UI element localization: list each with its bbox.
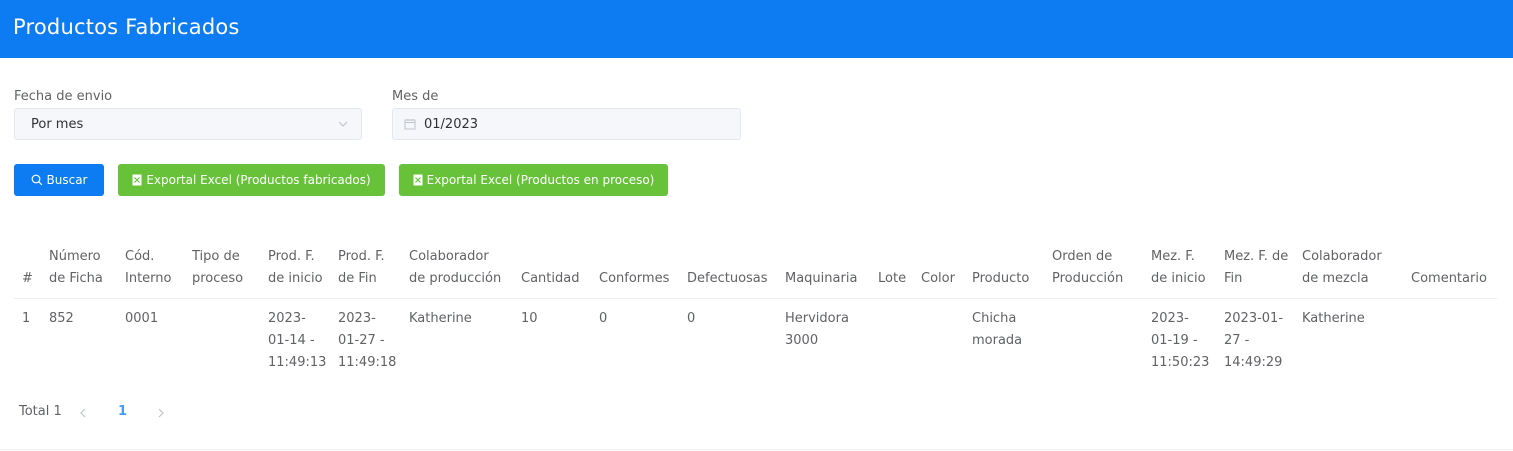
excel-icon — [413, 174, 423, 186]
buscar-label: Buscar — [46, 173, 88, 187]
cell-prod-fin: 2023-01-27 - 11:49:18 — [338, 311, 397, 370]
column-header-ficha: Número de Ficha — [49, 249, 103, 286]
column-header-mez-fin: Mez. F. de Fin — [1224, 249, 1289, 286]
column-header-colab-mezcla: Colaborador de mezcla — [1302, 249, 1382, 286]
cell-colab-mezcla: Katherine — [1302, 311, 1365, 326]
page-header: Productos Fabricados — [0, 0, 1513, 58]
fecha-envio-value: Por mes — [31, 117, 84, 132]
fecha-envio-label: Fecha de envio — [14, 89, 113, 104]
chevron-left-icon[interactable] — [78, 406, 88, 420]
table-header-divider — [14, 298, 1497, 299]
column-header-lote: Lote — [878, 271, 907, 286]
chevron-right-icon[interactable] — [156, 406, 166, 420]
column-header-prod-inicio: Prod. F. de inicio — [268, 249, 323, 286]
column-header-maquinaria: Maquinaria — [785, 271, 858, 286]
cell-conformes: 0 — [599, 311, 608, 326]
column-header-color: Color — [921, 271, 955, 286]
column-header-comentario: Comentario — [1411, 271, 1487, 286]
cell-ficha: 852 — [49, 311, 74, 326]
mes-de-input[interactable]: 01/2023 — [392, 108, 741, 140]
cell-mez-inicio: 2023-01-19 - 11:50:23 — [1151, 311, 1210, 370]
mes-de-value: 01/2023 — [424, 117, 479, 132]
cell-num: 1 — [22, 311, 31, 326]
export-proceso-label: Exportal Excel (Productos en proceso) — [426, 173, 655, 187]
buscar-button[interactable]: Buscar — [14, 164, 104, 196]
cell-cod: 0001 — [125, 311, 159, 326]
column-header-mez-inicio: Mez. F. de inicio — [1151, 249, 1206, 286]
column-header-tipo: Tipo de proceso — [192, 249, 244, 286]
cell-prod-inicio: 2023-01-14 - 11:49:13 — [268, 311, 327, 370]
cell-producto: Chicha morada — [972, 311, 1023, 348]
search-icon — [31, 174, 42, 186]
column-header-cantidad: Cantidad — [521, 271, 580, 286]
cell-defectuosas: 0 — [687, 311, 696, 326]
column-header-conformes: Conformes — [599, 271, 670, 286]
column-header-orden: Orden de Producción — [1052, 249, 1124, 286]
cell-maquinaria: Hervidora 3000 — [785, 311, 849, 348]
pagination-page-1[interactable]: 1 — [118, 404, 127, 419]
export-fabricados-button[interactable]: Exportal Excel (Productos fabricados) — [118, 164, 385, 196]
column-header-num: # — [22, 271, 33, 286]
export-fabricados-label: Exportal Excel (Productos fabricados) — [146, 173, 371, 187]
cell-mez-fin: 2023-01-27 - 14:49:29 — [1224, 311, 1284, 370]
page-title: Productos Fabricados — [13, 15, 240, 39]
footer-divider — [0, 449, 1513, 450]
fecha-envio-select[interactable]: Por mes — [14, 108, 362, 140]
column-header-colab-prod: Colaborador de producción — [409, 249, 502, 286]
cell-cantidad: 10 — [521, 311, 538, 326]
mes-de-label: Mes de — [392, 89, 439, 104]
column-header-producto: Producto — [972, 271, 1030, 286]
column-header-prod-fin: Prod. F. de Fin — [338, 249, 385, 286]
pagination-total: Total 1 — [19, 404, 62, 419]
chevron-down-icon — [338, 121, 348, 127]
cell-colab-prod: Katherine — [409, 311, 472, 326]
column-header-cod: Cód. Interno — [125, 249, 172, 286]
column-header-defectuosas: Defectuosas — [687, 271, 768, 286]
calendar-icon — [404, 119, 416, 130]
export-proceso-button[interactable]: Exportal Excel (Productos en proceso) — [399, 164, 668, 196]
excel-icon — [132, 174, 142, 186]
